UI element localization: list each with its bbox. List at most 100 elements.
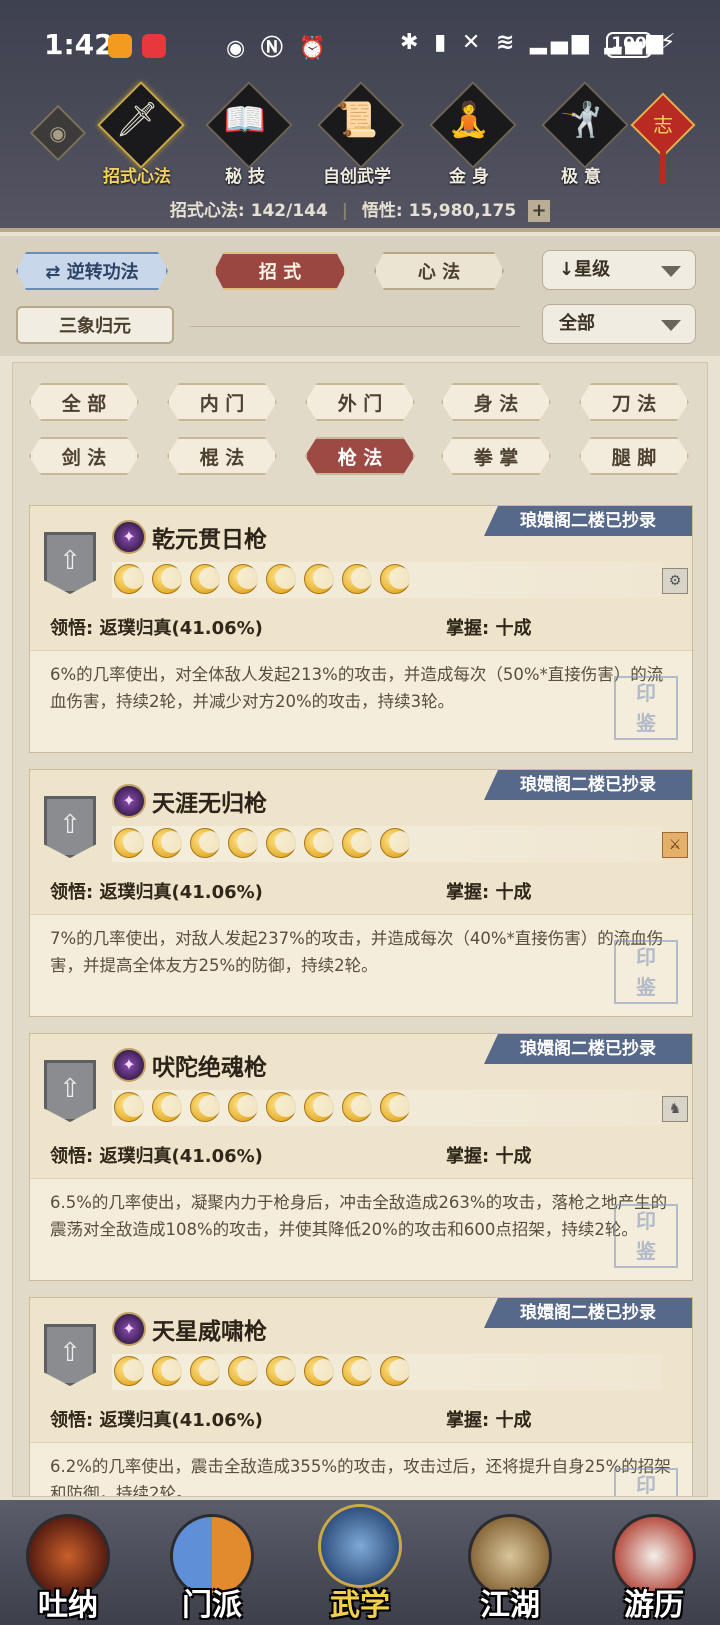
skill-card[interactable]: 琅嬛阁二楼已抄录 ⇧ ✦ 天星威啸枪 领悟: 返璞归真(41.06%) 掌握: … bbox=[29, 1297, 693, 1496]
moon-star-icon bbox=[380, 564, 411, 594]
tab-skills-and-methods[interactable]: 🗡 招式心法 bbox=[92, 81, 185, 190]
martial-book-icon bbox=[318, 1504, 402, 1588]
skill-name: 天涯无归枪 bbox=[152, 791, 267, 817]
category-blade[interactable]: 刀 法 bbox=[579, 383, 689, 421]
upgrade-rank-icon[interactable]: ⇧ bbox=[44, 532, 96, 594]
stats-line: 招式心法: 142/144 | 悟性: 15,980,175 + bbox=[0, 196, 720, 222]
category-inner[interactable]: 内 门 bbox=[167, 383, 277, 421]
martial-stance-icon: 🤺 bbox=[559, 100, 603, 140]
moon-star-icon bbox=[190, 1092, 221, 1122]
add-insight-button[interactable]: + bbox=[528, 200, 551, 222]
nav-breathing[interactable]: 吐纳 bbox=[18, 1514, 118, 1624]
category-fist-palm[interactable]: 拳 掌 bbox=[441, 437, 551, 475]
category-all[interactable]: 全 部 bbox=[29, 383, 139, 421]
tab-secret-techniques[interactable]: 📖 秘 技 bbox=[200, 81, 293, 190]
nav-jianghu[interactable]: 江湖 bbox=[460, 1514, 560, 1624]
skill-name: 天星威啸枪 bbox=[152, 1319, 267, 1345]
moon-star-icon bbox=[342, 564, 373, 594]
nav-travel[interactable]: 游历 bbox=[604, 1514, 704, 1624]
comprehension: 领悟: 返璞归真(41.06%) bbox=[50, 1410, 263, 1431]
category-movement[interactable]: 身 法 bbox=[441, 383, 551, 421]
insight-value: 15,980,175 bbox=[408, 201, 517, 221]
mastery: 掌握: 十成 bbox=[446, 618, 532, 639]
view-toggle-eye-icon[interactable]: ◉ bbox=[29, 104, 87, 162]
app-notification-icon bbox=[142, 34, 166, 58]
moon-star-icon bbox=[342, 828, 373, 858]
reverse-skill-button[interactable]: ⇄ 逆转功法 bbox=[16, 252, 168, 290]
category-spear[interactable]: 枪 法 bbox=[305, 437, 415, 475]
tab-golden-body[interactable]: 🧘 金 身 bbox=[424, 81, 517, 190]
comprehension: 领悟: 返璞归真(41.06%) bbox=[50, 1146, 263, 1167]
skill-description: 6.5%的几率使出，凝聚内力于枪身后，冲击全敌造成263%的攻击，落枪之地产生的… bbox=[30, 1178, 692, 1280]
sword-icon: 🗡 bbox=[115, 100, 159, 140]
moon-star-icon bbox=[266, 1356, 297, 1386]
seal-stamp-icon: 印鉴 bbox=[614, 1204, 678, 1268]
moon-star-icon bbox=[304, 828, 335, 858]
moon-star-icon bbox=[342, 1356, 373, 1386]
sort-select[interactable]: ↓星级 bbox=[542, 250, 696, 290]
seal-stamp-icon: 印鉴 bbox=[614, 676, 678, 740]
seal-stamp-icon: 印鉴 bbox=[614, 1468, 678, 1496]
mastery: 掌握: 十成 bbox=[446, 882, 532, 903]
upgrade-rank-icon[interactable]: ⇧ bbox=[44, 1324, 96, 1386]
category-sword[interactable]: 剑 法 bbox=[29, 437, 139, 475]
skill-description: 6.2%的几率使出，震击全敌造成355%的攻击，攻击过后，还将提升自身25%的招… bbox=[30, 1442, 692, 1496]
tab-moves[interactable]: 招 式 bbox=[214, 252, 346, 290]
moon-star-icon bbox=[114, 1356, 145, 1386]
moon-star-icon bbox=[266, 564, 297, 594]
top-header: 1:42 ◉ Ⓝ ⏰ ✱ ▮ ✕ ≋ ▂▄▆ ▂▄▆ 100 ⚡ ◉ 🗡 招式心… bbox=[0, 0, 720, 232]
gear-manual-icon[interactable]: ⚙ bbox=[662, 568, 688, 594]
category-leg[interactable]: 腿 脚 bbox=[579, 437, 689, 475]
nav-sect[interactable]: 门派 bbox=[162, 1514, 262, 1624]
moon-star-icon bbox=[152, 1356, 183, 1386]
moon-star-icon bbox=[114, 828, 145, 858]
mastery: 掌握: 十成 bbox=[446, 1410, 532, 1431]
spear-skill-icon: ✦ bbox=[112, 520, 146, 554]
category-outer[interactable]: 外 门 bbox=[305, 383, 415, 421]
moon-star-icon bbox=[114, 564, 145, 594]
copied-tag: 琅嬛阁二楼已抄录 bbox=[484, 1298, 692, 1328]
star-rating bbox=[112, 562, 662, 598]
manual-icon[interactable]: ⚔ bbox=[662, 832, 688, 858]
moon-star-icon bbox=[266, 828, 297, 858]
skill-description: 7%的几率使出，对敌人发起237%的攻击，并造成每次（40%*直接伤害）的流血伤… bbox=[30, 914, 692, 1016]
eye-comfort-icon: ◉ Ⓝ ⏰ bbox=[226, 36, 330, 61]
skill-list-panel: 全 部 内 门 外 门 身 法 刀 法 剑 法 棍 法 枪 法 拳 掌 腿 脚 … bbox=[12, 362, 708, 1497]
skill-card[interactable]: 琅嬛阁二楼已抄录 ⇧ ✦ 乾元贯日枪 ⚙ 领悟: 返璞归真(41.06%) 掌握… bbox=[29, 505, 693, 753]
moon-star-icon bbox=[228, 1356, 259, 1386]
charm-tassel bbox=[660, 150, 666, 184]
star-rating bbox=[112, 826, 662, 862]
copied-tag: 琅嬛阁二楼已抄录 bbox=[484, 506, 692, 536]
nav-martial-arts[interactable]: 武学 bbox=[310, 1504, 410, 1623]
moon-star-icon bbox=[190, 1356, 221, 1386]
tab-mind-methods[interactable]: 心 法 bbox=[374, 252, 504, 290]
moon-star-icon bbox=[152, 828, 183, 858]
filter-area: ⇄ 逆转功法 招 式 心 法 ↓星级 三象归元 全部 bbox=[0, 236, 720, 356]
moon-star-icon bbox=[152, 564, 183, 594]
ambition-charm-icon[interactable]: 志 bbox=[630, 92, 696, 158]
copied-tag: 琅嬛阁二楼已抄录 bbox=[484, 770, 692, 800]
tab-ultimate-intent[interactable]: 🤺 极 意 bbox=[536, 81, 629, 190]
moon-star-icon bbox=[304, 1356, 335, 1386]
manual-icon[interactable]: ♞ bbox=[662, 1096, 688, 1122]
divider-ornament bbox=[190, 326, 520, 327]
moon-star-icon bbox=[190, 828, 221, 858]
tab-self-created[interactable]: 📜 自创武学 bbox=[312, 81, 405, 190]
spear-skill-icon: ✦ bbox=[112, 1312, 146, 1346]
moon-star-icon bbox=[190, 564, 221, 594]
scope-select[interactable]: 全部 bbox=[542, 304, 696, 344]
skill-name: 乾元贯日枪 bbox=[152, 527, 267, 553]
skill-card[interactable]: 琅嬛阁二楼已抄录 ⇧ ✦ 天涯无归枪 ⚔ 领悟: 返璞归真(41.06%) 掌握… bbox=[29, 769, 693, 1017]
book-icon: 📖 bbox=[223, 100, 267, 140]
upgrade-rank-icon[interactable]: ⇧ bbox=[44, 1060, 96, 1122]
category-staff[interactable]: 棍 法 bbox=[167, 437, 277, 475]
sanxiang-button[interactable]: 三象归元 bbox=[16, 306, 174, 344]
upgrade-rank-icon[interactable]: ⇧ bbox=[44, 796, 96, 858]
battery-indicator: 100 bbox=[606, 32, 652, 58]
skill-card[interactable]: 琅嬛阁二楼已抄录 ⇧ ✦ 吠陀绝魂枪 ♞ 领悟: 返璞归真(41.06%) 掌握… bbox=[29, 1033, 693, 1281]
moon-star-icon bbox=[380, 828, 411, 858]
star-rating bbox=[112, 1354, 662, 1390]
comprehension: 领悟: 返璞归真(41.06%) bbox=[50, 882, 263, 903]
skill-name: 吠陀绝魂枪 bbox=[152, 1055, 267, 1081]
clock: 1:42 bbox=[44, 28, 114, 61]
